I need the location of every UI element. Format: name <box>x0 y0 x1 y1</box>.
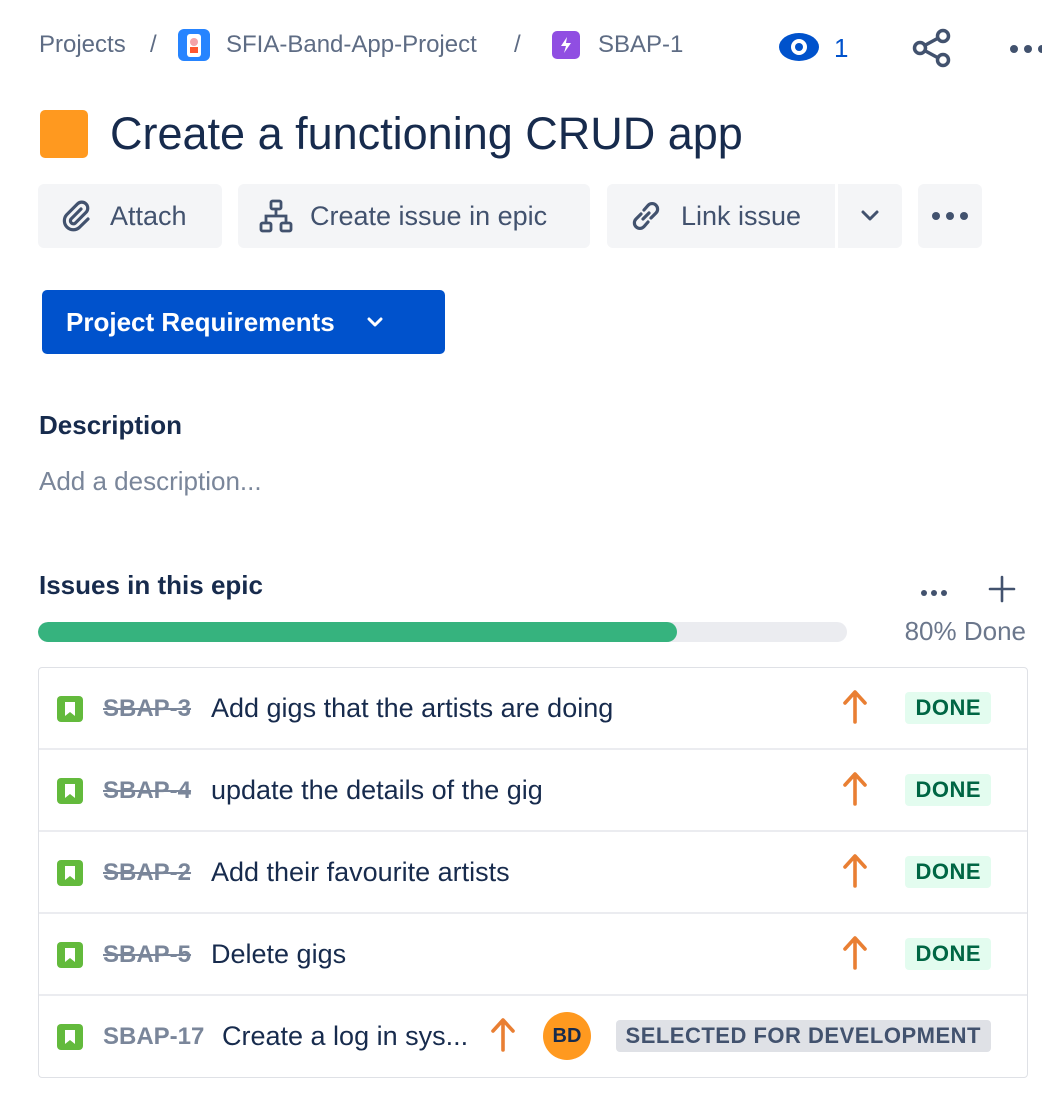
avatar[interactable]: BD <box>543 1012 591 1060</box>
issue-key[interactable]: SBAP-17 <box>103 1023 204 1051</box>
list-item[interactable]: SBAP-3 Add gigs that the artists are doi… <box>39 668 1027 750</box>
watch-icon[interactable] <box>778 30 820 69</box>
link-issue-button[interactable]: Link issue <box>607 184 835 248</box>
epic-issues-list: SBAP-3 Add gigs that the artists are doi… <box>38 667 1028 1078</box>
paperclip-icon <box>58 198 94 234</box>
epic-progress-bar <box>38 622 847 642</box>
priority-high-icon <box>841 934 869 975</box>
priority-high-icon <box>841 852 869 893</box>
story-icon <box>57 942 83 968</box>
list-item[interactable]: SBAP-2 Add their favourite artists DONE <box>39 832 1027 914</box>
priority-high-icon <box>841 688 869 729</box>
link-issue-label: Link issue <box>681 200 802 231</box>
issue-key[interactable]: SBAP-2 <box>103 859 191 887</box>
attach-button[interactable]: Attach <box>38 184 222 248</box>
watch-count[interactable]: 1 <box>834 32 848 64</box>
chevron-down-icon <box>365 315 385 329</box>
issue-summary[interactable]: Add their favourite artists <box>211 857 510 888</box>
epic-progress-fill <box>38 622 678 642</box>
story-icon <box>57 778 83 804</box>
project-avatar-icon <box>178 29 210 61</box>
breadcrumb-separator: / <box>150 31 157 58</box>
breadcrumb-project[interactable]: SFIA-Band-App-Project <box>226 30 477 60</box>
chevron-down-icon <box>860 209 880 223</box>
share-icon[interactable] <box>912 28 952 73</box>
more-actions-icon[interactable] <box>1008 42 1042 60</box>
story-icon <box>57 860 83 886</box>
epic-issues-heading: Issues in this epic <box>39 570 263 600</box>
epic-issues-more-icon[interactable] <box>920 584 948 602</box>
ellipsis-icon <box>931 211 969 221</box>
story-icon <box>57 1024 83 1050</box>
link-icon <box>627 197 665 235</box>
status-badge: DONE <box>905 692 991 724</box>
more-button[interactable] <box>918 184 982 248</box>
epic-type-icon <box>552 31 580 59</box>
breadcrumb-issue-key[interactable]: SBAP-1 <box>598 30 683 60</box>
priority-high-icon <box>489 1016 517 1057</box>
issue-key[interactable]: SBAP-4 <box>103 777 191 805</box>
issue-key[interactable]: SBAP-5 <box>103 941 191 969</box>
story-icon <box>57 696 83 722</box>
link-issue-dropdown-button[interactable] <box>838 184 902 248</box>
breadcrumb-projects[interactable]: Projects <box>39 30 126 60</box>
status-badge: DONE <box>905 856 991 888</box>
issue-summary[interactable]: Add gigs that the artists are doing <box>211 693 613 724</box>
issue-summary[interactable]: Create a log in sys... <box>222 1021 468 1052</box>
add-issue-icon[interactable] <box>988 575 1016 608</box>
hierarchy-icon <box>258 198 294 234</box>
list-item[interactable]: SBAP-4 update the details of the gig DON… <box>39 750 1027 832</box>
status-badge: SELECTED FOR DEVELOPMENT <box>615 1020 991 1052</box>
create-issue-in-epic-button[interactable]: Create issue in epic <box>238 184 590 248</box>
attach-label: Attach <box>110 200 187 231</box>
create-issue-in-epic-label: Create issue in epic <box>310 200 548 231</box>
priority-high-icon <box>841 770 869 811</box>
list-item[interactable]: SBAP-17 Create a log in sys... BD SELECT… <box>39 996 1027 1077</box>
breadcrumb-separator: / <box>514 31 521 58</box>
issue-summary[interactable]: update the details of the gig <box>211 775 543 806</box>
epic-progress-label: 80% Done <box>904 616 1026 646</box>
description-heading: Description <box>39 410 183 440</box>
description-input[interactable]: Add a description... <box>39 466 262 497</box>
issue-title[interactable]: Create a functioning CRUD app <box>110 106 743 162</box>
issue-key[interactable]: SBAP-3 <box>103 695 191 723</box>
list-item[interactable]: SBAP-5 Delete gigs DONE <box>39 914 1027 996</box>
epic-color-icon <box>40 110 88 158</box>
status-label: Project Requirements <box>66 306 335 337</box>
issue-summary[interactable]: Delete gigs <box>211 939 346 970</box>
status-dropdown[interactable]: Project Requirements <box>42 290 445 354</box>
status-badge: DONE <box>905 938 991 970</box>
status-badge: DONE <box>905 774 991 806</box>
